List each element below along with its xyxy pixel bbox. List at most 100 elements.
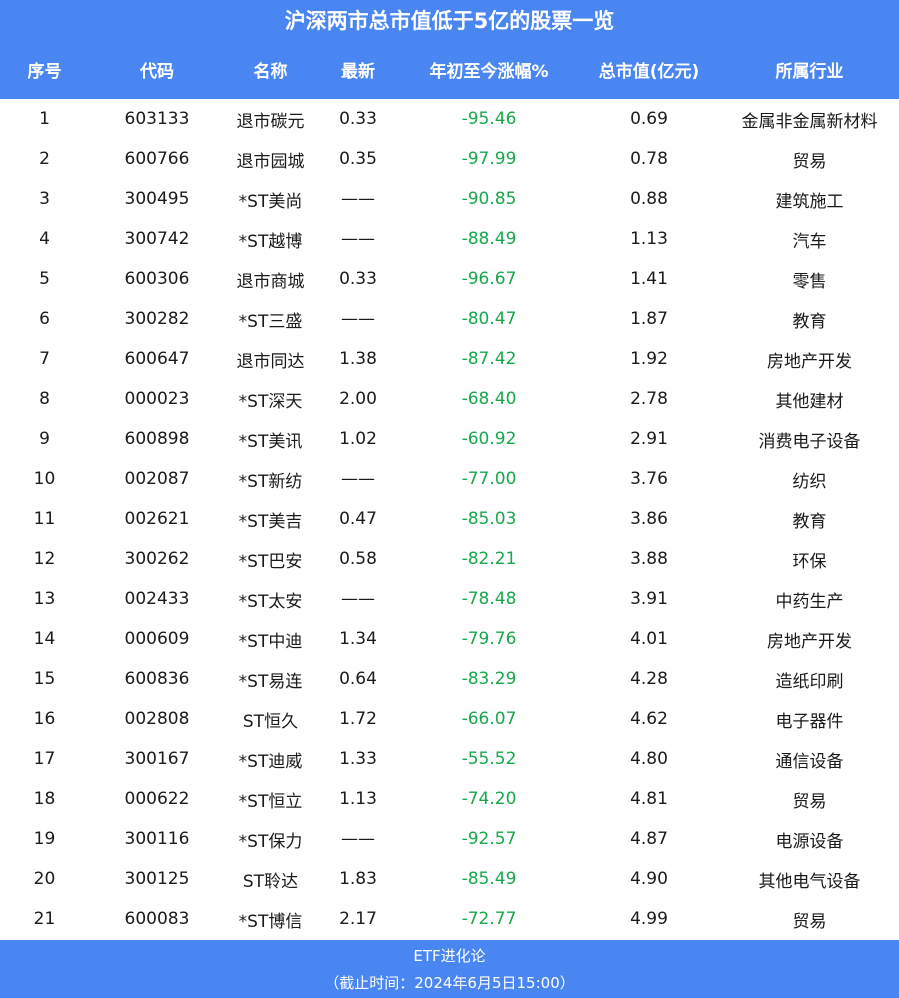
cell-latest: —— bbox=[341, 309, 375, 329]
table-row: 19 300116 *ST保力 —— -92.57 4.87 电源设备 bbox=[0, 819, 899, 859]
table-footer: ETF进化论 （截止时间：2024年6月5日15:00） bbox=[0, 940, 899, 998]
cell-index: 3 bbox=[39, 189, 50, 209]
cell-name: *ST三盛 bbox=[238, 311, 303, 332]
cell-index: 14 bbox=[33, 629, 56, 649]
cell-ytd-change: -96.67 bbox=[461, 269, 517, 289]
cell-code: 300742 bbox=[124, 229, 190, 249]
cell-name: 退市同达 bbox=[236, 351, 305, 372]
cell-ytd-change: -66.07 bbox=[461, 709, 517, 729]
cell-ytd-change: -83.29 bbox=[461, 669, 517, 689]
cell-ytd-change: -72.77 bbox=[461, 909, 517, 929]
cell-latest: —— bbox=[341, 189, 375, 209]
cell-code: 000609 bbox=[124, 629, 190, 649]
cell-latest: 0.58 bbox=[339, 549, 377, 569]
table-row: 14 000609 *ST中迪 1.34 -79.76 4.01 房地产开发 bbox=[0, 619, 899, 659]
cell-latest: —— bbox=[341, 229, 375, 249]
footer-timestamp: （截止时间：2024年6月5日15:00） bbox=[324, 974, 575, 992]
cell-latest: 1.38 bbox=[339, 349, 377, 369]
cell-code: 600306 bbox=[124, 269, 190, 289]
cell-ytd-change: -92.57 bbox=[461, 829, 517, 849]
cell-ytd-change: -90.85 bbox=[461, 189, 517, 209]
cell-industry: 建筑施工 bbox=[775, 191, 844, 212]
cell-index: 15 bbox=[33, 669, 56, 689]
cell-ytd-change: -79.76 bbox=[461, 629, 517, 649]
cell-name: *ST博信 bbox=[238, 911, 303, 932]
cell-market-cap: 3.76 bbox=[630, 469, 668, 489]
cell-index: 16 bbox=[33, 709, 56, 729]
cell-code: 002808 bbox=[124, 709, 190, 729]
cell-code: 300282 bbox=[124, 309, 190, 329]
cell-code: 300125 bbox=[124, 869, 190, 889]
cell-ytd-change: -95.46 bbox=[461, 109, 517, 129]
cell-index: 8 bbox=[39, 389, 50, 409]
header-name: 名称 bbox=[253, 62, 288, 82]
cell-index: 13 bbox=[33, 589, 56, 609]
cell-market-cap: 1.41 bbox=[630, 269, 668, 289]
cell-industry: 零售 bbox=[792, 271, 827, 292]
table-row: 21 600083 *ST博信 2.17 -72.77 4.99 贸易 bbox=[0, 899, 899, 939]
cell-market-cap: 3.86 bbox=[630, 509, 668, 529]
cell-name: *ST美尚 bbox=[238, 191, 303, 212]
table-row: 4 300742 *ST越博 —— -88.49 1.13 汽车 bbox=[0, 219, 899, 259]
cell-market-cap: 2.78 bbox=[630, 389, 668, 409]
cell-ytd-change: -80.47 bbox=[461, 309, 517, 329]
table-row: 6 300282 *ST三盛 —— -80.47 1.87 教育 bbox=[0, 299, 899, 339]
cell-industry: 贸易 bbox=[792, 151, 827, 172]
cell-latest: 0.47 bbox=[339, 509, 377, 529]
table-row: 2 600766 退市园城 0.35 -97.99 0.78 贸易 bbox=[0, 139, 899, 179]
cell-industry: 金属非金属新材料 bbox=[741, 111, 878, 132]
cell-industry: 通信设备 bbox=[775, 751, 844, 772]
cell-code: 603133 bbox=[124, 109, 190, 129]
table-body: 1 603133 退市碳元 0.33 -95.46 0.69 金属非金属新材料 2 60076… bbox=[0, 99, 899, 939]
cell-latest: —— bbox=[341, 829, 375, 849]
header-market-cap: 总市值(亿元) bbox=[598, 62, 700, 82]
cell-name: *ST深天 bbox=[238, 391, 303, 412]
cell-market-cap: 4.99 bbox=[630, 909, 668, 929]
cell-code: 000622 bbox=[124, 789, 190, 809]
cell-industry: 消费电子设备 bbox=[758, 431, 861, 452]
cell-industry: 汽车 bbox=[792, 231, 827, 252]
cell-index: 20 bbox=[33, 869, 56, 889]
cell-market-cap: 2.91 bbox=[630, 429, 668, 449]
cell-industry: 教育 bbox=[792, 311, 827, 332]
cell-industry: 教育 bbox=[792, 511, 827, 532]
header-industry: 所属行业 bbox=[775, 62, 844, 82]
cell-industry: 环保 bbox=[792, 551, 827, 572]
cell-code: 600836 bbox=[124, 669, 190, 689]
table-row: 1 603133 退市碳元 0.33 -95.46 0.69 金属非金属新材料 bbox=[0, 99, 899, 139]
cell-code: 002433 bbox=[124, 589, 190, 609]
cell-market-cap: 3.88 bbox=[630, 549, 668, 569]
cell-name: ST聆达 bbox=[242, 871, 299, 892]
cell-market-cap: 0.78 bbox=[630, 149, 668, 169]
cell-ytd-change: -85.03 bbox=[461, 509, 517, 529]
table-image: 沪深两市总市值低于5亿的股票一览 序号 代码 名称 最新 年初至今涨幅% 总市值… bbox=[0, 0, 899, 998]
cell-market-cap: 4.81 bbox=[630, 789, 668, 809]
cell-index: 19 bbox=[33, 829, 56, 849]
cell-index: 6 bbox=[39, 309, 50, 329]
cell-market-cap: 1.87 bbox=[630, 309, 668, 329]
cell-name: *ST保力 bbox=[238, 831, 303, 852]
cell-ytd-change: -87.42 bbox=[461, 349, 517, 369]
cell-index: 21 bbox=[33, 909, 56, 929]
cell-index: 1 bbox=[39, 109, 50, 129]
table-row: 16 002808 ST恒久 1.72 -66.07 4.62 电子器件 bbox=[0, 699, 899, 739]
table-row: 5 600306 退市商城 0.33 -96.67 1.41 零售 bbox=[0, 259, 899, 299]
cell-market-cap: 4.28 bbox=[630, 669, 668, 689]
cell-latest: —— bbox=[341, 589, 375, 609]
cell-market-cap: 0.88 bbox=[630, 189, 668, 209]
cell-name: 退市碳元 bbox=[236, 111, 305, 132]
cell-latest: 1.83 bbox=[339, 869, 377, 889]
cell-code: 600898 bbox=[124, 429, 190, 449]
cell-name: ST恒久 bbox=[242, 711, 299, 732]
table-row: 12 300262 *ST巴安 0.58 -82.21 3.88 环保 bbox=[0, 539, 899, 579]
cell-market-cap: 4.80 bbox=[630, 749, 668, 769]
cell-market-cap: 0.69 bbox=[630, 109, 668, 129]
cell-industry: 电源设备 bbox=[775, 831, 844, 852]
cell-latest: 1.72 bbox=[339, 709, 377, 729]
cell-code: 600647 bbox=[124, 349, 190, 369]
cell-index: 2 bbox=[39, 149, 50, 169]
cell-name: *ST巴安 bbox=[238, 551, 303, 572]
cell-latest: 0.33 bbox=[339, 109, 377, 129]
cell-index: 18 bbox=[33, 789, 56, 809]
cell-industry: 房地产开发 bbox=[767, 631, 852, 652]
